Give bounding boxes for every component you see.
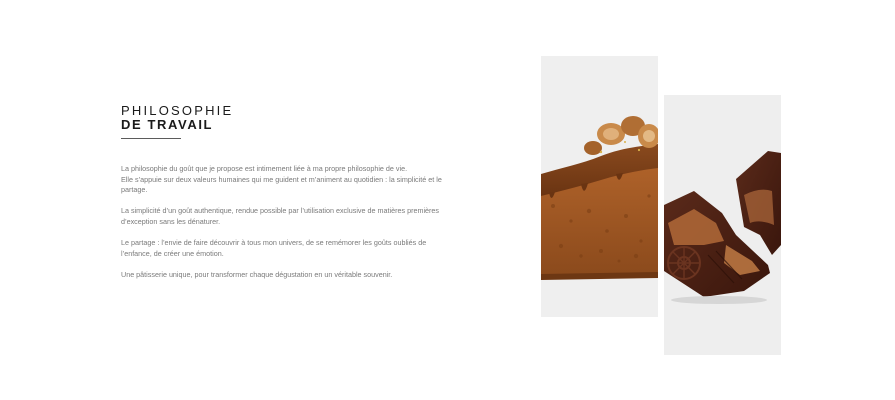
cake-illustration <box>541 56 658 317</box>
hazelnut-caramel-cake-photo <box>541 56 658 317</box>
section-title-line1: PHILOSOPHIE <box>121 103 234 118</box>
page: PHILOSOPHIE DE TRAVAIL La philosophie du… <box>0 0 895 400</box>
paragraph-sharing: Le partage : l’envie de faire découvrir … <box>121 238 491 259</box>
chocolate-bar-photo <box>664 95 781 355</box>
title-divider <box>121 138 181 139</box>
paragraph-line: La simplicité d’un goût authentique, ren… <box>121 206 440 216</box>
philosophy-section: PHILOSOPHIE DE TRAVAIL La philosophie du… <box>121 104 491 291</box>
paragraph-line: Le partage : l’envie de faire découvrir … <box>121 238 427 248</box>
paragraph-line: Elle s’appuie sur deux valeurs humaines … <box>121 174 442 184</box>
paragraph-line: partage. <box>121 185 148 195</box>
paragraph-simplicity: La simplicité d’un goût authentique, ren… <box>121 206 491 227</box>
paragraph-line: d’exception sans les dénaturer. <box>121 216 221 226</box>
paragraph-unique-pastry: Une pâtisserie unique, pour transformer … <box>121 270 491 281</box>
paragraph-line: l’enfance, de créer une émotion. <box>121 248 224 258</box>
chocolate-illustration <box>664 95 781 355</box>
paragraph-line: La philosophie du goût que je propose es… <box>121 164 408 173</box>
paragraph-line: Une pâtisserie unique, pour transformer … <box>121 269 393 279</box>
paragraph-simplicity-sharing: La philosophie du goût que je propose es… <box>121 164 491 196</box>
section-title-line2: DE TRAVAIL <box>121 117 214 132</box>
philosophy-body: La philosophie du goût que je propose es… <box>121 164 491 281</box>
